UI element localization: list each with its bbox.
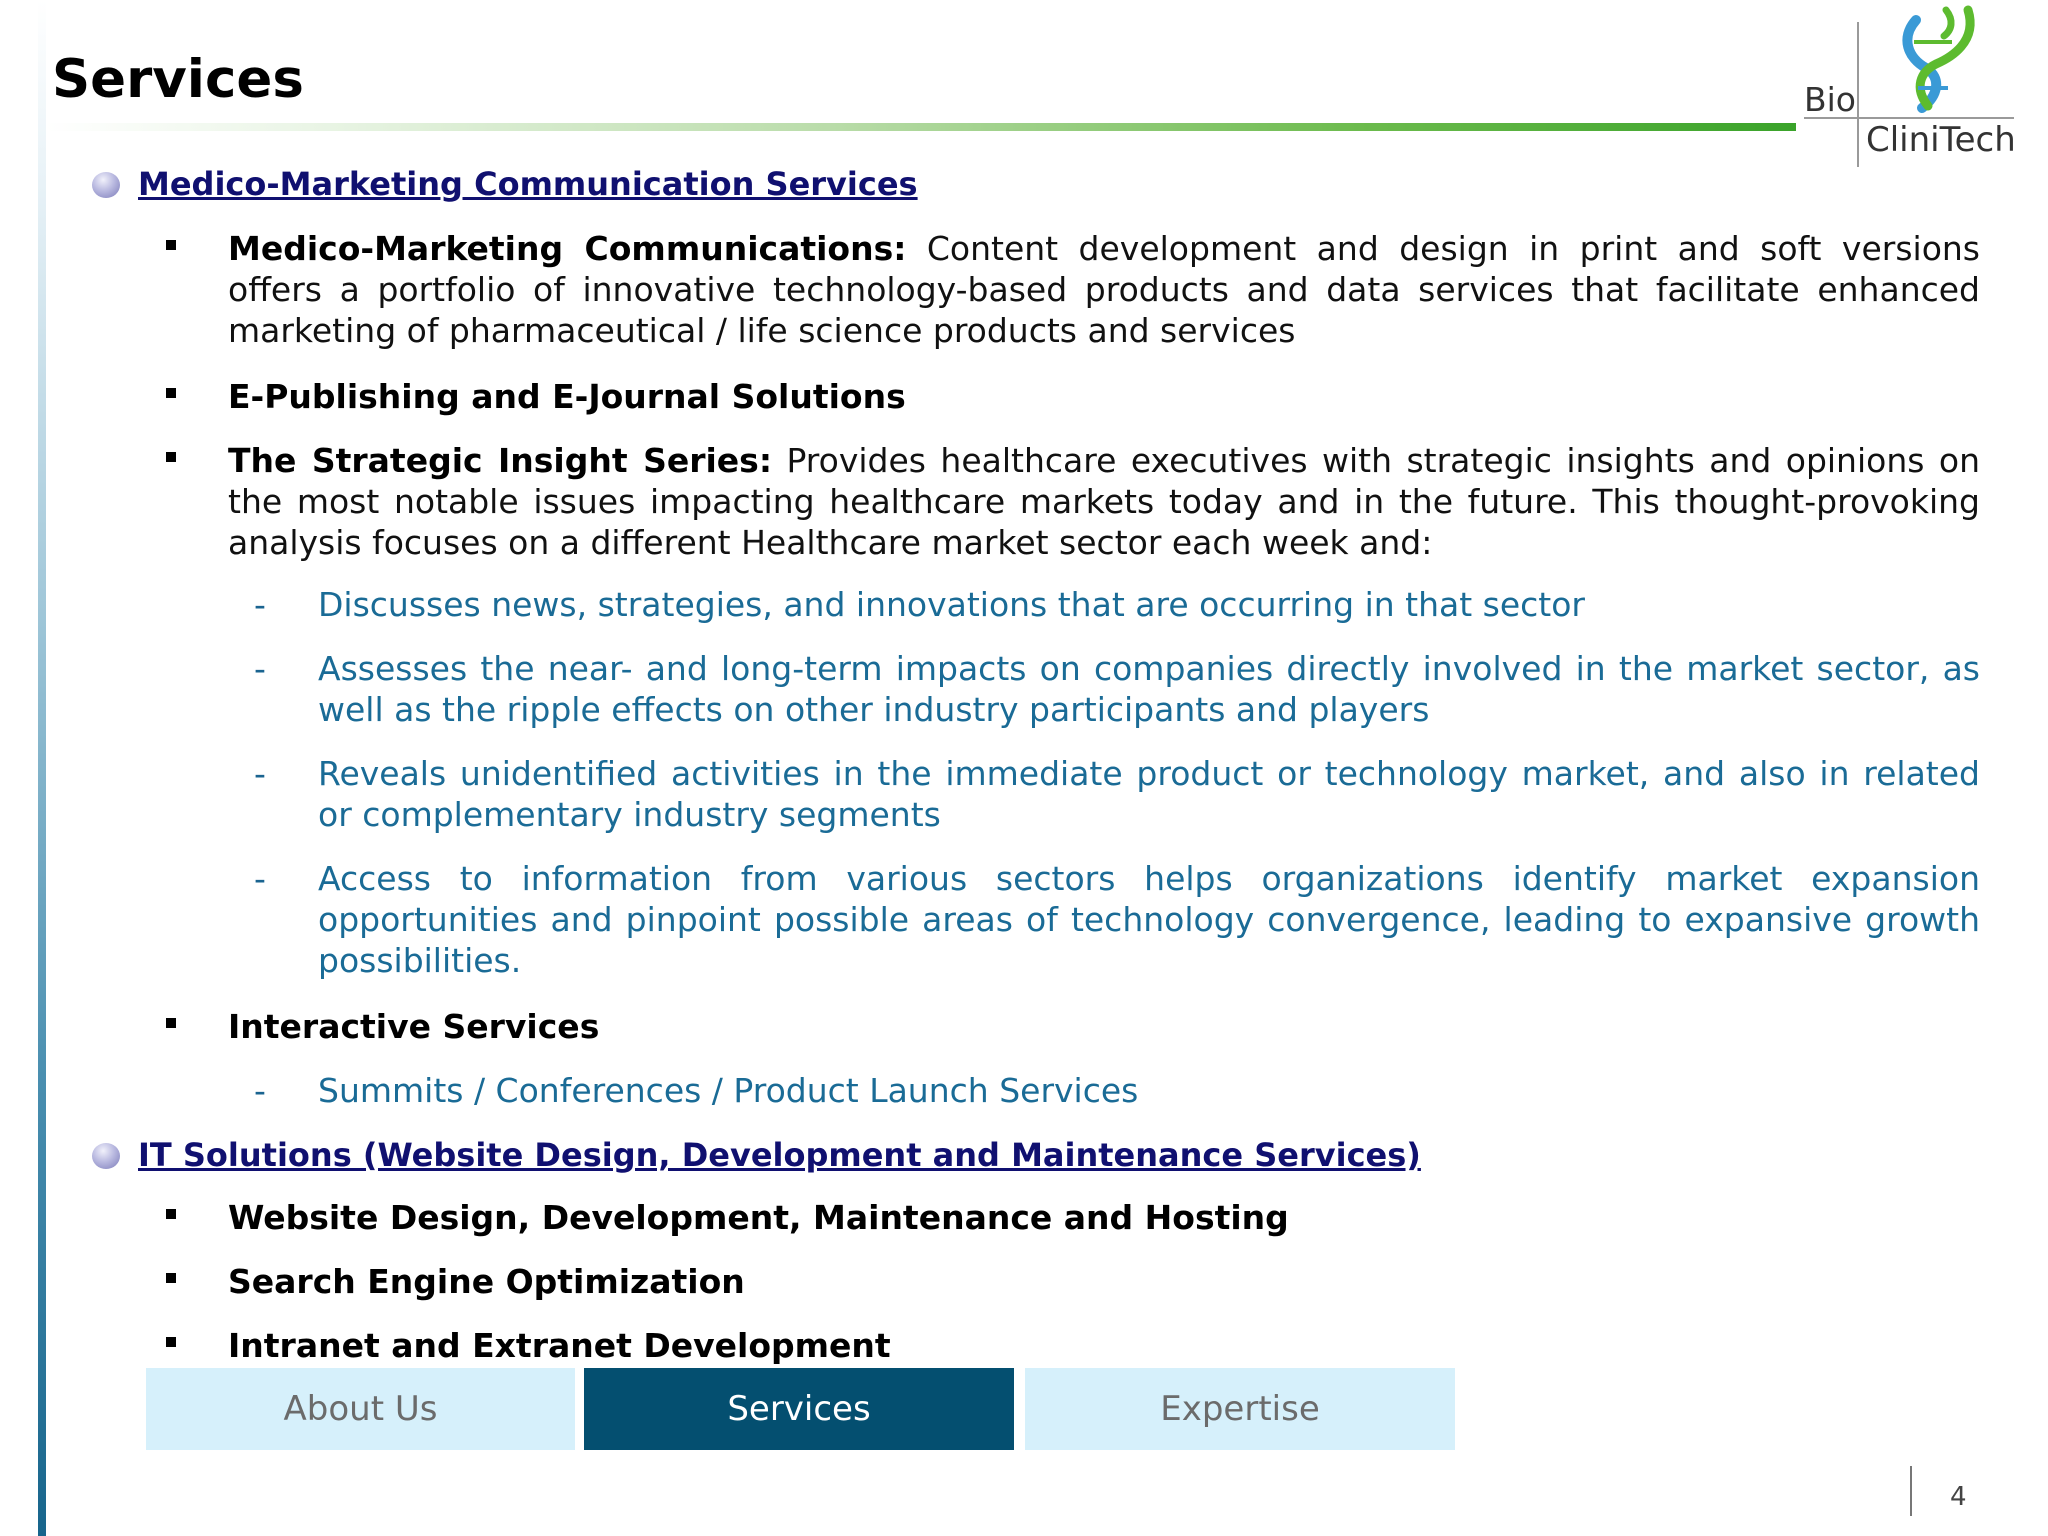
nav-tab-services[interactable]: Services [584, 1368, 1014, 1450]
square-bullet-icon [166, 388, 176, 398]
item-title: Interactive Services [228, 1007, 600, 1046]
left-accent-bar [38, 0, 46, 1536]
section-bullet-icon [92, 172, 120, 198]
square-bullet-icon [166, 240, 176, 250]
square-bullet-icon [166, 1273, 176, 1283]
item-title: Intranet and Extranet Development [228, 1326, 891, 1365]
sub-list-item: Access to information from various secto… [318, 859, 1980, 980]
list-item-e-publishing: E-Publishing and E-Journal Solutions [228, 376, 1980, 417]
biocinitech-logo: Bio CliniTech [1800, 2, 2048, 172]
dash-bullet-icon: - [254, 649, 266, 688]
item-title: Search Engine Optimization [228, 1262, 745, 1301]
list-item-interactive-services: Interactive Services [228, 1006, 1980, 1047]
square-bullet-icon [166, 1337, 176, 1347]
page-number: 4 [1950, 1482, 1967, 1512]
footer-divider [1910, 1466, 1912, 1516]
dna-logo-icon [1902, 5, 1975, 113]
nav-tab-expertise[interactable]: Expertise [1025, 1368, 1455, 1450]
logo-text-clinitech: CliniTech [1866, 120, 2016, 160]
logo-text-bio: Bio [1804, 80, 1856, 119]
square-bullet-icon [166, 1018, 176, 1028]
page-title: Services [52, 49, 304, 110]
section-heading-link[interactable]: IT Solutions (Website Design, Developmen… [138, 1133, 1421, 1177]
list-item-strategic-insight-series: The Strategic Insight Series: Provides h… [228, 440, 1980, 563]
list-item-seo: Search Engine Optimization [228, 1261, 1980, 1302]
dash-bullet-icon: - [254, 859, 266, 898]
title-divider [46, 123, 1796, 131]
sub-list-item: Discusses news, strategies, and innovati… [318, 585, 1585, 624]
list-item-medico-marketing-communications: Medico-Marketing Communications: Content… [228, 228, 1980, 351]
square-bullet-icon [166, 1209, 176, 1219]
list-item-intranet-extranet: Intranet and Extranet Development [228, 1325, 1980, 1366]
item-title: The Strategic Insight Series: [228, 441, 773, 480]
item-title: Website Design, Development, Maintenance… [228, 1198, 1289, 1237]
section-bullet-icon [92, 1143, 120, 1169]
sub-list-item: Assesses the near- and long-term impacts… [318, 649, 1980, 729]
item-title: E-Publishing and E-Journal Solutions [228, 377, 906, 416]
list-item-website-design: Website Design, Development, Maintenance… [228, 1197, 1980, 1238]
section-heading-link[interactable]: Medico-Marketing Communication Services [138, 162, 918, 206]
dash-bullet-icon: - [254, 585, 266, 624]
dash-bullet-icon: - [254, 1071, 266, 1110]
logo-vertical-rule [1857, 22, 1859, 167]
dash-bullet-icon: - [254, 754, 266, 793]
sub-list-item: Summits / Conferences / Product Launch S… [318, 1071, 1139, 1110]
nav-tab-about-us[interactable]: About Us [146, 1368, 575, 1450]
sub-list-item: Reveals unidentified activities in the i… [318, 754, 1980, 834]
item-title: Medico-Marketing Communications: [228, 229, 907, 268]
square-bullet-icon [166, 452, 176, 462]
